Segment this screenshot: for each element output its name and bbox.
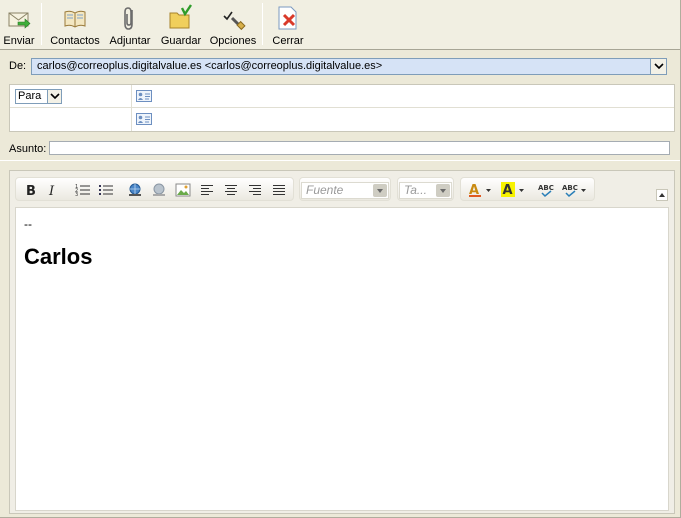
font-toolbar-group: Fuente [299, 177, 391, 201]
recipient-type-cell: Para [10, 85, 132, 107]
svg-text:I: I [48, 184, 55, 197]
align-left-button[interactable] [198, 182, 216, 198]
close-button-label: Cerrar [272, 35, 304, 47]
close-document-icon [278, 6, 297, 30]
image-icon [175, 183, 191, 197]
recipients-table: Para [9, 84, 675, 132]
contacts-button-label: Contactos [50, 35, 100, 47]
ordered-list-button[interactable]: 1 2 3 [74, 182, 92, 198]
spellcheck-button[interactable]: ABC [537, 182, 557, 198]
toolbar-separator [262, 3, 263, 45]
ordered-list-icon: 1 2 3 [75, 184, 90, 197]
attach-button-label: Adjuntar [109, 35, 151, 47]
align-center-button[interactable] [222, 182, 240, 198]
spell-language-button[interactable]: ABC [561, 182, 589, 198]
attach-button[interactable]: Adjuntar [107, 2, 153, 48]
bold-icon: B [26, 184, 36, 197]
from-value: carlos@correoplus.digitalvalue.es <carlo… [37, 60, 383, 72]
align-justify-icon [273, 185, 285, 195]
options-button[interactable]: Opciones [209, 2, 257, 48]
font-size-dropdown-button[interactable] [436, 184, 450, 197]
toolbar: Enviar Contactos Adjuntar Guardar Opcion… [0, 0, 680, 50]
link-globe-icon [129, 183, 141, 196]
svg-text:A: A [503, 183, 513, 198]
signature-name: Carlos [24, 244, 93, 269]
address-card-icon[interactable] [136, 113, 152, 125]
from-label: De: [9, 60, 27, 72]
recipient-row: Para [10, 85, 674, 108]
chevron-down-icon [50, 93, 60, 100]
save-button-label: Guardar [160, 35, 202, 47]
header-divider [0, 160, 680, 161]
align-right-button[interactable] [246, 182, 264, 198]
italic-button[interactable]: I [44, 182, 62, 198]
save-folder-icon [169, 4, 192, 29]
recipient-input[interactable] [156, 87, 671, 105]
contacts-button[interactable]: Contactos [49, 2, 101, 48]
spellcheck-icon: ABC [538, 184, 554, 198]
send-icon [8, 12, 31, 29]
address-card-icon[interactable] [136, 90, 152, 102]
align-justify-button[interactable] [270, 182, 288, 198]
insert-image-button[interactable] [174, 182, 192, 198]
bold-button[interactable]: B [22, 182, 40, 198]
spell-language-icon: ABC [562, 184, 586, 198]
svg-text:ABC: ABC [562, 184, 578, 192]
subject-label: Asunto: [9, 143, 47, 155]
italic-icon: I [48, 184, 55, 197]
size-toolbar-group: Ta... [397, 177, 454, 201]
recipient-type-select[interactable]: Para [15, 89, 62, 104]
address-book-icon [64, 10, 86, 28]
align-center-icon [225, 185, 237, 195]
editor-collapse-button[interactable] [656, 189, 668, 201]
chevron-down-icon [377, 189, 383, 193]
svg-text:ABC: ABC [538, 184, 554, 192]
options-checklist-icon [223, 11, 246, 31]
send-button[interactable]: Enviar [3, 2, 35, 48]
font-dropdown-button[interactable] [373, 184, 387, 197]
svg-text:3: 3 [75, 192, 78, 197]
signature-separator: -- [24, 217, 32, 231]
highlight-color-button[interactable]: A [501, 182, 527, 198]
text-color-icon: A [469, 183, 491, 198]
recipient-input[interactable] [156, 110, 671, 128]
subject-input[interactable] [49, 141, 670, 155]
font-select[interactable]: Fuente [301, 182, 389, 199]
font-size-select[interactable]: Ta... [399, 182, 452, 199]
text-color-button[interactable]: A [468, 182, 494, 198]
format-toolbar-group: B I 1 2 3 [15, 177, 294, 201]
recipient-type-dropdown-button[interactable] [47, 90, 61, 103]
paperclip-icon [124, 7, 133, 30]
font-placeholder: Fuente [306, 183, 344, 197]
svg-text:B: B [26, 184, 36, 197]
chevron-down-icon [654, 63, 664, 70]
close-button[interactable]: Cerrar [271, 2, 305, 48]
recipient-row [10, 108, 674, 131]
unordered-list-button[interactable] [97, 182, 115, 198]
message-body[interactable]: -- Carlos [15, 207, 669, 511]
save-button[interactable]: Guardar [160, 2, 202, 48]
from-select[interactable]: carlos@correoplus.digitalvalue.es <carlo… [31, 58, 667, 75]
color-spell-toolbar-group: A A ABC ABC [460, 177, 595, 201]
unlink-globe-icon [153, 183, 165, 196]
triangle-up-icon [659, 193, 665, 197]
from-dropdown-button[interactable] [650, 59, 666, 74]
rich-text-editor: B I 1 2 3 Fuente Ta... A A ABC ABC -- Ca… [9, 170, 675, 514]
remove-link-button[interactable] [150, 182, 168, 198]
font-size-placeholder: Ta... [404, 183, 427, 197]
highlight-color-icon: A [501, 182, 524, 198]
options-button-label: Opciones [209, 35, 257, 47]
unordered-list-icon [99, 185, 113, 195]
toolbar-separator [41, 3, 42, 45]
align-right-icon [249, 185, 261, 195]
recipient-type-cell [10, 108, 132, 131]
insert-link-button[interactable] [126, 182, 144, 198]
align-left-icon [201, 185, 213, 195]
compose-window: Enviar Contactos Adjuntar Guardar Opcion… [0, 0, 681, 518]
send-button-label: Enviar [3, 35, 35, 47]
chevron-down-icon [440, 189, 446, 193]
recipient-type-value: Para [18, 90, 42, 102]
